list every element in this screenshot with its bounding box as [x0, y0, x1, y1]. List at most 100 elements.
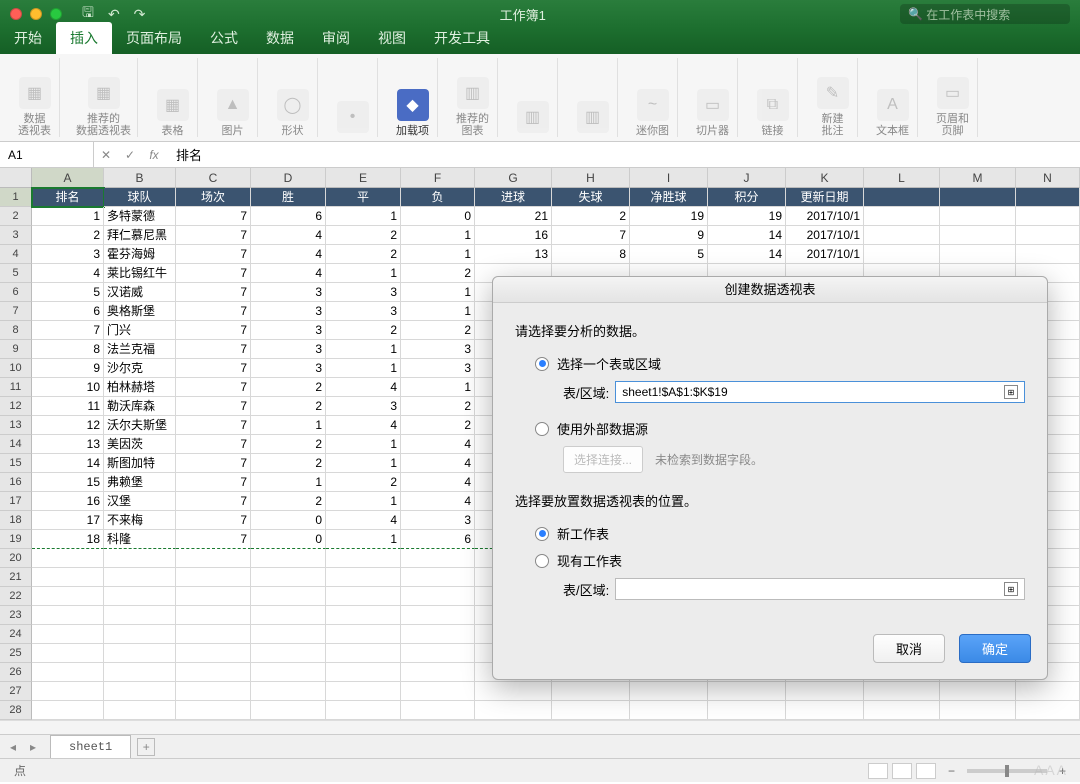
menu-tab-审阅[interactable]: 审阅 — [308, 22, 364, 54]
ribbon-item[interactable]: ▦数据透视表 — [10, 58, 60, 137]
radio-select-range[interactable] — [535, 357, 549, 371]
cell[interactable] — [326, 663, 401, 682]
row-header-6[interactable]: 6 — [0, 283, 32, 302]
cell[interactable] — [32, 587, 104, 606]
row-header-1[interactable]: 1 — [0, 188, 32, 207]
add-sheet-button[interactable]: + — [137, 738, 155, 756]
cell[interactable]: 7 — [176, 378, 251, 397]
row-header-17[interactable]: 17 — [0, 492, 32, 511]
cell[interactable]: 7 — [176, 397, 251, 416]
cell[interactable] — [251, 663, 326, 682]
cell[interactable] — [401, 625, 475, 644]
sheet-tab-sheet1[interactable]: sheet1 — [50, 735, 131, 758]
cell[interactable]: 5 — [630, 245, 708, 264]
menu-tab-数据[interactable]: 数据 — [252, 22, 308, 54]
cell[interactable] — [401, 549, 475, 568]
view-layout-button[interactable] — [892, 763, 912, 779]
cell[interactable]: 2 — [251, 397, 326, 416]
cell[interactable] — [401, 682, 475, 701]
cell[interactable]: 勒沃库森 — [104, 397, 176, 416]
cell[interactable]: 0 — [251, 530, 326, 549]
cell[interactable]: 15 — [32, 473, 104, 492]
cell[interactable] — [708, 701, 786, 720]
cell[interactable] — [176, 701, 251, 720]
cell[interactable]: 汉诺威 — [104, 283, 176, 302]
cell[interactable]: 1 — [326, 340, 401, 359]
row-header-4[interactable]: 4 — [0, 245, 32, 264]
cell[interactable]: 球队 — [104, 188, 176, 207]
cell[interactable]: 6 — [401, 530, 475, 549]
row-header-26[interactable]: 26 — [0, 663, 32, 682]
cell[interactable]: 7 — [32, 321, 104, 340]
cell[interactable]: 7 — [176, 283, 251, 302]
cell[interactable]: 1 — [251, 473, 326, 492]
cell[interactable]: 4 — [326, 378, 401, 397]
cell[interactable]: 2 — [326, 245, 401, 264]
radio-existing-sheet[interactable] — [535, 554, 549, 568]
cell[interactable] — [104, 663, 176, 682]
row-header-14[interactable]: 14 — [0, 435, 32, 454]
ribbon-item[interactable]: ~迷你图 — [628, 58, 678, 137]
cell[interactable]: 2017/10/1 — [786, 207, 864, 226]
cell[interactable]: 1 — [326, 264, 401, 283]
cell[interactable]: 4 — [401, 492, 475, 511]
cell[interactable]: 2017/10/1 — [786, 226, 864, 245]
ribbon-item[interactable]: ▥ — [568, 58, 618, 137]
row-header-7[interactable]: 7 — [0, 302, 32, 321]
cell[interactable]: 3 — [251, 283, 326, 302]
cell[interactable]: 弗赖堡 — [104, 473, 176, 492]
cell[interactable]: 7 — [176, 321, 251, 340]
cell[interactable]: 7 — [176, 511, 251, 530]
ribbon-item[interactable]: ▦推荐的数据透视表 — [70, 58, 138, 137]
cell[interactable]: 2 — [401, 397, 475, 416]
view-normal-button[interactable] — [868, 763, 888, 779]
menu-tab-页面布局[interactable]: 页面布局 — [112, 22, 196, 54]
row-header-18[interactable]: 18 — [0, 511, 32, 530]
cell[interactable]: 2 — [32, 226, 104, 245]
ribbon-item[interactable]: ▭页眉和页脚 — [928, 58, 978, 137]
cell[interactable]: 11 — [32, 397, 104, 416]
cell[interactable]: 胜 — [251, 188, 326, 207]
cell[interactable] — [326, 701, 401, 720]
row-header-9[interactable]: 9 — [0, 340, 32, 359]
cell[interactable] — [864, 207, 940, 226]
menu-tab-视图[interactable]: 视图 — [364, 22, 420, 54]
row-header-12[interactable]: 12 — [0, 397, 32, 416]
col-header-M[interactable]: M — [940, 168, 1016, 188]
ribbon-item[interactable]: ▦表格 — [148, 58, 198, 137]
cell[interactable]: 3 — [326, 397, 401, 416]
cell[interactable] — [251, 701, 326, 720]
cell[interactable] — [176, 625, 251, 644]
cell[interactable] — [1016, 245, 1080, 264]
cell[interactable] — [176, 663, 251, 682]
cell[interactable] — [104, 568, 176, 587]
col-header-I[interactable]: I — [630, 168, 708, 188]
cell[interactable] — [864, 245, 940, 264]
cell[interactable]: 2 — [326, 473, 401, 492]
cell[interactable]: 7 — [176, 359, 251, 378]
cell[interactable] — [708, 682, 786, 701]
row-header-21[interactable]: 21 — [0, 568, 32, 587]
cell[interactable] — [176, 682, 251, 701]
name-box[interactable]: A1 — [0, 142, 94, 167]
cell[interactable]: 2 — [326, 321, 401, 340]
cell[interactable]: 斯图加特 — [104, 454, 176, 473]
ribbon-item[interactable]: ◆加载项 — [388, 58, 438, 137]
cell[interactable] — [176, 568, 251, 587]
cell[interactable]: 柏林赫塔 — [104, 378, 176, 397]
cell[interactable]: 4 — [326, 511, 401, 530]
cell[interactable] — [251, 625, 326, 644]
cell[interactable]: 7 — [176, 435, 251, 454]
cell[interactable]: 美因茨 — [104, 435, 176, 454]
cell[interactable] — [326, 568, 401, 587]
minimize-button[interactable] — [30, 8, 42, 20]
cell[interactable]: 更新日期 — [786, 188, 864, 207]
cell[interactable]: 3 — [32, 245, 104, 264]
cell[interactable] — [104, 644, 176, 663]
cell[interactable]: 5 — [32, 283, 104, 302]
cell[interactable]: 1 — [326, 359, 401, 378]
cell[interactable] — [1016, 207, 1080, 226]
ribbon-item[interactable]: ◯形状 — [268, 58, 318, 137]
cell[interactable] — [32, 549, 104, 568]
radio-external-source[interactable] — [535, 422, 549, 436]
